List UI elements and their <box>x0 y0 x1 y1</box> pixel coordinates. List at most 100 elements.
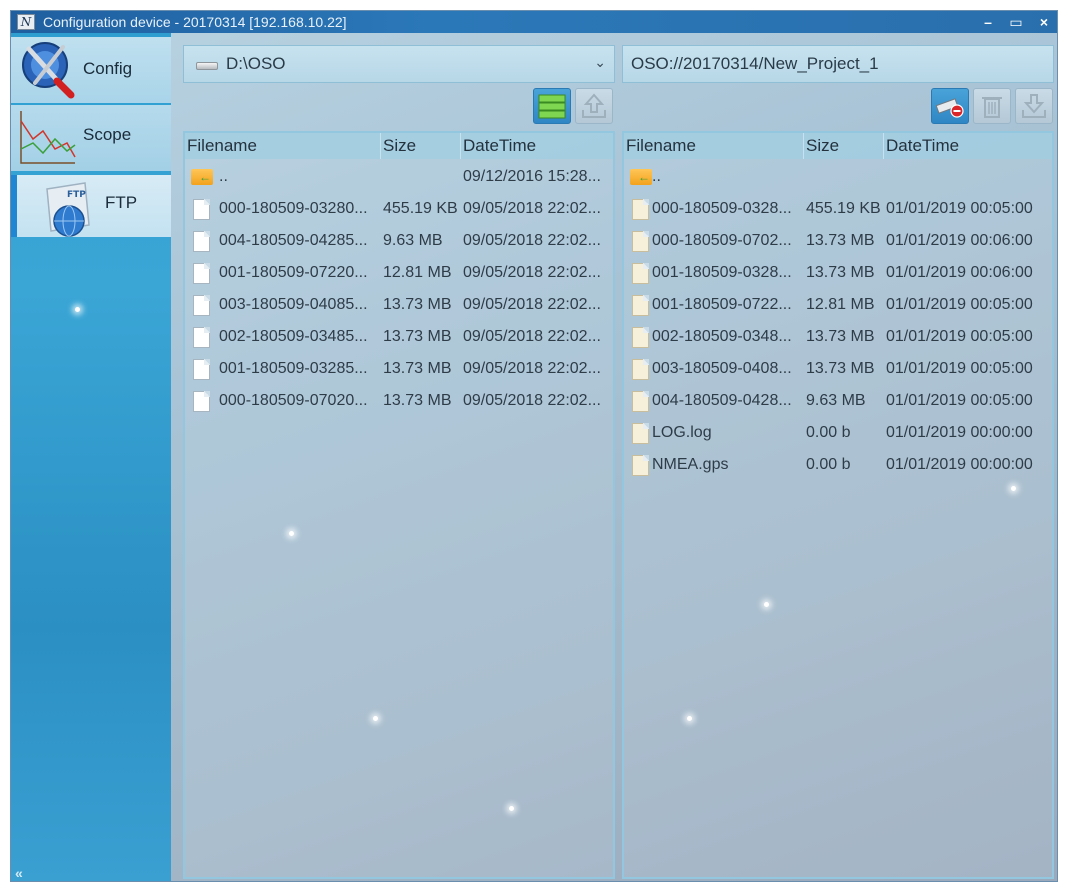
upload-button[interactable] <box>575 88 613 124</box>
file-icon <box>193 391 210 412</box>
column-header-filename[interactable]: Filename <box>624 133 804 159</box>
cell-datetime: 01/01/2019 00:05:00 <box>886 392 1033 409</box>
table-row[interactable]: 001-180509-0722... 12.81 MB 01/01/2019 00:… <box>624 289 1052 321</box>
column-header-filename[interactable]: Filename <box>185 133 381 159</box>
parent-folder-icon <box>630 169 652 185</box>
parent-folder-icon <box>191 169 213 185</box>
sidebar-item-ftp[interactable]: FTP FTP <box>11 175 171 237</box>
sparkle-decoration <box>509 806 514 811</box>
download-icon <box>1022 94 1046 118</box>
table-row[interactable]: 000-180509-0328... 455.19 KB 01/01/2019 00… <box>624 193 1052 225</box>
sparkle-decoration <box>764 602 769 607</box>
file-icon <box>632 231 649 252</box>
cell-size: 0.00 b <box>806 424 851 441</box>
cell-filename: 001-180509-07220... <box>219 264 368 281</box>
close-button[interactable]: × <box>1037 11 1051 33</box>
sparkle-decoration <box>289 531 294 536</box>
cell-size <box>383 161 463 193</box>
cell-size: 13.73 MB <box>806 264 875 281</box>
trash-icon <box>982 97 1002 118</box>
cell-datetime <box>886 161 1052 193</box>
cell-filename: 001-180509-03285... <box>219 360 368 377</box>
cell-size: 13.73 MB <box>806 328 875 345</box>
sidebar-item-label: Config <box>83 59 133 78</box>
file-icon <box>193 199 210 220</box>
column-header-datetime[interactable]: DateTime <box>884 133 1052 159</box>
file-icon <box>632 423 649 444</box>
table-row[interactable]: .. 09/12/2016 15:28... <box>185 161 613 193</box>
table-row[interactable]: 004-180509-0428... 9.63 MB 01/01/2019 00:0… <box>624 385 1052 417</box>
table-row[interactable]: 001-180509-0328... 13.73 MB 01/01/2019 00:… <box>624 257 1052 289</box>
table-row[interactable]: LOG.log 0.00 b 01/01/2019 00:00:00 <box>624 417 1052 449</box>
table-row[interactable]: 001-180509-07220... 12.81 MB 09/05/2018 22… <box>185 257 613 289</box>
local-file-list[interactable]: Filename Size DateTime .. 09/12/2016 15:2… <box>183 131 615 879</box>
cell-filename: 003-180509-0408... <box>652 360 792 377</box>
file-icon <box>632 391 649 412</box>
sparkle-decoration <box>373 716 378 721</box>
cell-filename: 004-180509-0428... <box>652 392 792 409</box>
drive-icon <box>196 62 218 70</box>
cell-filename: 003-180509-04085... <box>219 296 368 313</box>
sparkle-decoration <box>1011 486 1016 491</box>
cell-size: 13.73 MB <box>383 328 452 345</box>
sidebar-item-config[interactable]: Config <box>11 37 171 103</box>
table-row[interactable]: 004-180509-04285... 9.63 MB 09/05/2018 22:… <box>185 225 613 257</box>
file-icon <box>193 295 210 316</box>
app-logo-icon: N <box>17 14 35 30</box>
cell-size: 13.73 MB <box>806 232 875 249</box>
local-path-text: D:\OSO <box>226 54 286 73</box>
table-row[interactable]: 000-180509-0702... 13.73 MB 01/01/2019 00:… <box>624 225 1052 257</box>
cell-filename: 002-180509-0348... <box>652 328 792 345</box>
title-bar[interactable]: N Configuration device - 20170314 [192.1… <box>11 11 1057 33</box>
cell-datetime: 09/05/2018 22:02... <box>463 264 601 281</box>
scope-chart-icon <box>20 111 76 164</box>
cell-filename: 000-180509-07020... <box>219 392 368 409</box>
cell-datetime: 09/05/2018 22:02... <box>463 328 601 345</box>
table-row[interactable]: 002-180509-0348... 13.73 MB 01/01/2019 00:… <box>624 321 1052 353</box>
download-button[interactable] <box>1015 88 1053 124</box>
remote-path-field[interactable]: OSO://20170314/New_Project_1 <box>622 45 1054 83</box>
list-view-button[interactable] <box>533 88 571 124</box>
table-row[interactable]: 002-180509-03485... 13.73 MB 09/05/2018 22… <box>185 321 613 353</box>
cell-filename: 001-180509-0328... <box>652 264 792 281</box>
upload-icon <box>582 93 606 118</box>
app-window: N Configuration device - 20170314 [192.1… <box>10 10 1058 882</box>
cell-size: 9.63 MB <box>383 232 443 249</box>
cell-filename: 002-180509-03485... <box>219 328 368 345</box>
cell-size <box>806 161 886 193</box>
maximize-button[interactable]: ▭ <box>1009 11 1023 33</box>
file-icon <box>632 455 649 476</box>
table-row[interactable]: 000-180509-07020... 13.73 MB 09/05/2018 22… <box>185 385 613 417</box>
column-header-size[interactable]: Size <box>381 133 461 159</box>
sidebar-item-scope[interactable]: Scope <box>11 105 171 171</box>
table-row[interactable]: 000-180509-03280... 455.19 KB 09/05/2018 2… <box>185 193 613 225</box>
table-row[interactable]: .. <box>624 161 1052 193</box>
cell-size: 13.73 MB <box>383 296 452 313</box>
file-icon <box>193 263 210 284</box>
cell-size: 13.73 MB <box>383 360 452 377</box>
collapse-sidebar-icon[interactable]: « <box>15 865 23 881</box>
cell-datetime: 01/01/2019 00:05:00 <box>886 296 1033 313</box>
cell-size: 455.19 KB <box>383 200 458 217</box>
table-row[interactable]: 003-180509-04085... 13.73 MB 09/05/2018 22… <box>185 289 613 321</box>
file-icon <box>632 295 649 316</box>
table-row[interactable]: NMEA.gps 0.00 b 01/01/2019 00:00:00 <box>624 449 1052 481</box>
column-header-datetime[interactable]: DateTime <box>461 133 613 159</box>
remote-file-list[interactable]: Filename Size DateTime .. 000-180509-0328… <box>622 131 1054 879</box>
minimize-button[interactable]: – <box>981 11 995 33</box>
config-tools-icon <box>22 42 75 99</box>
file-icon <box>632 263 649 284</box>
local-path-dropdown[interactable]: D:\OSO ⌄ <box>183 45 615 83</box>
delete-button[interactable] <box>973 88 1011 124</box>
cell-size: 12.81 MB <box>806 296 875 313</box>
table-row[interactable]: 001-180509-03285... 13.73 MB 09/05/2018 22… <box>185 353 613 385</box>
cell-datetime: 01/01/2019 00:06:00 <box>886 264 1033 281</box>
column-header-size[interactable]: Size <box>804 133 884 159</box>
sidebar-item-label: Scope <box>83 125 132 144</box>
cell-datetime: 01/01/2019 00:05:00 <box>886 200 1033 217</box>
disconnect-button[interactable] <box>931 88 969 124</box>
table-row[interactable]: 003-180509-0408... 13.73 MB 01/01/2019 00:… <box>624 353 1052 385</box>
sparkle-decoration <box>687 716 692 721</box>
disconnect-drive-icon <box>935 98 964 118</box>
cell-filename: 001-180509-0722... <box>652 296 792 313</box>
